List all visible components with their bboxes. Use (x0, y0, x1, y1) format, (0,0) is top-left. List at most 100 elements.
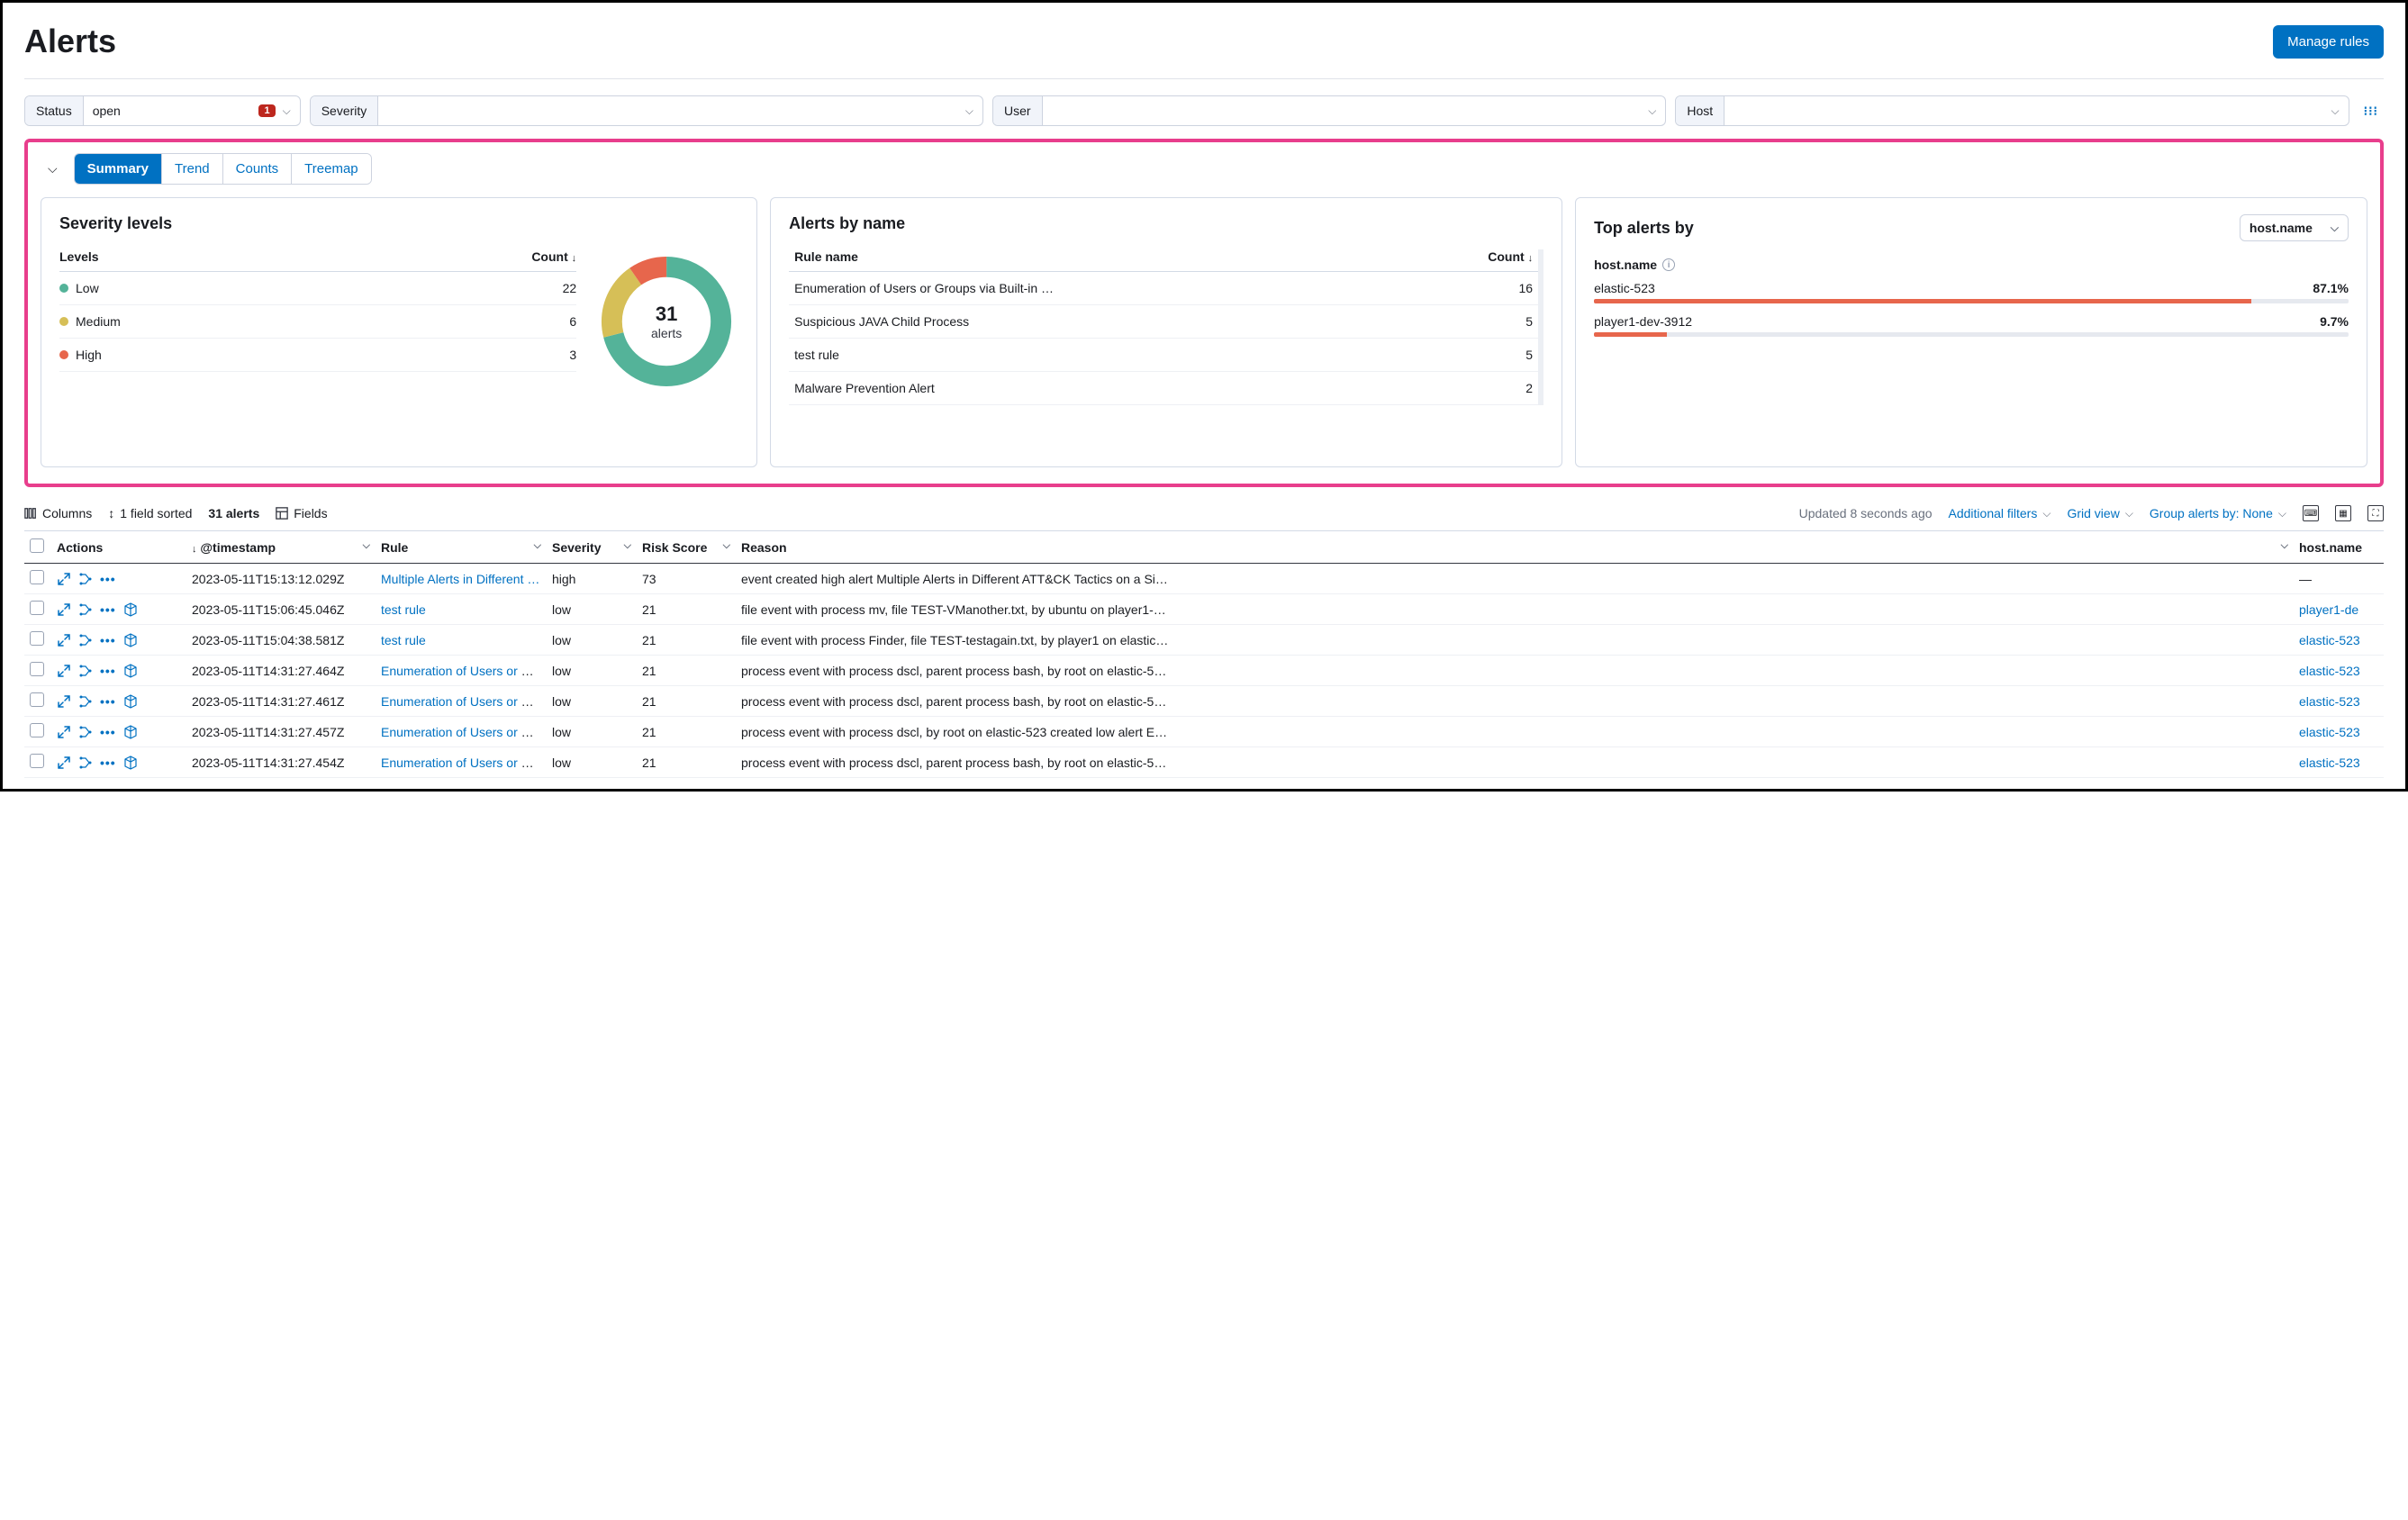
cell-host-link[interactable]: elastic-523 (2299, 755, 2360, 770)
tab-summary[interactable]: Summary (75, 154, 162, 184)
col-risk[interactable]: Risk Score⌵ (637, 531, 736, 564)
cell-host-link[interactable]: elastic-523 (2299, 633, 2360, 647)
cube-icon[interactable] (123, 694, 138, 709)
more-actions-icon[interactable]: ••• (100, 664, 116, 678)
analyze-icon[interactable] (78, 572, 93, 586)
collapse-toggle[interactable]: ⌵ (41, 158, 65, 180)
expand-icon[interactable] (57, 664, 71, 678)
status-filter-value: open (93, 104, 121, 118)
row-checkbox[interactable] (30, 754, 44, 768)
fullscreen-icon[interactable]: ⛶ (2367, 505, 2384, 521)
severity-row-medium: Medium 6 (59, 305, 576, 339)
top-alerts-select[interactable]: host.name⌵ (2240, 214, 2349, 241)
cell-host-link[interactable]: player1-de (2299, 602, 2358, 617)
cube-icon[interactable] (123, 664, 138, 678)
more-actions-icon[interactable]: ••• (100, 633, 116, 647)
cell-severity: high (547, 564, 637, 594)
cube-icon[interactable] (123, 633, 138, 647)
analyze-icon[interactable] (78, 664, 93, 678)
row-checkbox[interactable] (30, 631, 44, 646)
expand-icon[interactable] (57, 602, 71, 617)
analyze-icon[interactable] (78, 694, 93, 709)
cell-host-link[interactable]: elastic-523 (2299, 694, 2360, 709)
abn-col-count[interactable]: Count ↓ (1488, 249, 1533, 264)
cell-rule-link[interactable]: test rule (381, 633, 426, 647)
cell-rule-link[interactable]: Multiple Alerts in Different … (381, 572, 539, 586)
user-filter[interactable]: User ⌵ (992, 95, 1666, 126)
analyze-icon[interactable] (78, 602, 93, 617)
table-row: ••• 2023-05-11T14:31:27.457Z Enumeration… (24, 717, 2384, 747)
tab-treemap[interactable]: Treemap (292, 154, 370, 184)
cube-icon[interactable] (123, 755, 138, 770)
more-actions-icon[interactable]: ••• (100, 572, 116, 586)
tab-trend[interactable]: Trend (162, 154, 223, 184)
more-actions-icon[interactable]: ••• (100, 602, 116, 617)
cell-reason: process event with process dscl, by root… (736, 717, 2294, 747)
more-actions-icon[interactable]: ••• (100, 694, 116, 709)
cell-severity: low (547, 747, 637, 778)
row-checkbox[interactable] (30, 570, 44, 584)
cell-reason: file event with process Finder, file TES… (736, 625, 2294, 656)
severity-filter[interactable]: Severity ⌵ (310, 95, 983, 126)
grid-icon[interactable]: ▦ (2335, 505, 2351, 521)
col-hostname[interactable]: host.name (2294, 531, 2384, 564)
table-toolbar: Columns ↕ 1 field sorted 31 alerts Field… (24, 500, 2384, 530)
columns-button[interactable]: Columns (24, 506, 92, 520)
group-alerts-button[interactable]: Group alerts by: None ⌵ (2150, 506, 2286, 520)
row-checkbox[interactable] (30, 723, 44, 737)
fields-button[interactable]: Fields (276, 506, 327, 520)
donut-total: 31 (656, 303, 677, 326)
more-filters-icon[interactable]: ⁝⁝⁝ (2358, 98, 2384, 124)
top-alert-row: elastic-52387.1% (1594, 281, 2349, 295)
cell-risk: 73 (637, 564, 736, 594)
cell-host-link[interactable]: elastic-523 (2299, 725, 2360, 739)
host-filter[interactable]: Host ⌵ (1675, 95, 2349, 126)
more-actions-icon[interactable]: ••• (100, 755, 116, 770)
row-checkbox[interactable] (30, 692, 44, 707)
grid-view-button[interactable]: Grid view ⌵ (2067, 506, 2132, 520)
host-filter-label: Host (1676, 96, 1725, 125)
cell-rule-link[interactable]: Enumeration of Users or Gr… (381, 725, 547, 739)
additional-filters-button[interactable]: Additional filters ⌵ (1949, 506, 2051, 520)
cell-rule-link[interactable]: Enumeration of Users or Gr… (381, 755, 547, 770)
sort-indicator[interactable]: ↕ 1 field sorted (108, 506, 192, 520)
row-checkbox[interactable] (30, 601, 44, 615)
cell-timestamp: 2023-05-11T14:31:27.454Z (186, 747, 376, 778)
analyze-icon[interactable] (78, 725, 93, 739)
cell-timestamp: 2023-05-11T15:13:12.029Z (186, 564, 376, 594)
manage-rules-button[interactable]: Manage rules (2273, 25, 2384, 59)
more-actions-icon[interactable]: ••• (100, 725, 116, 739)
cell-host-link[interactable]: elastic-523 (2299, 664, 2360, 678)
cell-severity: low (547, 625, 637, 656)
cell-rule-link[interactable]: test rule (381, 602, 426, 617)
info-icon[interactable]: i (1662, 258, 1675, 271)
cell-timestamp: 2023-05-11T15:04:38.581Z (186, 625, 376, 656)
col-reason[interactable]: Reason⌵ (736, 531, 2294, 564)
expand-icon[interactable] (57, 572, 71, 586)
cube-icon[interactable] (123, 725, 138, 739)
severity-col-count[interactable]: Count ↓ (531, 249, 576, 264)
status-filter-badge: 1 (258, 104, 275, 117)
cell-timestamp: 2023-05-11T14:31:27.457Z (186, 717, 376, 747)
col-severity[interactable]: Severity⌵ (547, 531, 637, 564)
keyboard-icon[interactable]: ⌨ (2303, 505, 2319, 521)
expand-icon[interactable] (57, 755, 71, 770)
row-checkbox[interactable] (30, 662, 44, 676)
col-rule[interactable]: Rule⌵ (376, 531, 547, 564)
status-filter[interactable]: Status open 1 ⌵ (24, 95, 301, 126)
cell-rule-link[interactable]: Enumeration of Users or Gr… (381, 694, 547, 709)
analyze-icon[interactable] (78, 755, 93, 770)
expand-icon[interactable] (57, 725, 71, 739)
cell-timestamp: 2023-05-11T14:31:27.461Z (186, 686, 376, 717)
expand-icon[interactable] (57, 694, 71, 709)
col-timestamp[interactable]: ↓ @timestamp⌵ (186, 531, 376, 564)
analyze-icon[interactable] (78, 633, 93, 647)
cell-rule-link[interactable]: Enumeration of Users or Gr… (381, 664, 547, 678)
table-row: ••• 2023-05-11T15:13:12.029Z Multiple Al… (24, 564, 2384, 594)
select-all-checkbox[interactable] (30, 538, 44, 553)
expand-icon[interactable] (57, 633, 71, 647)
cube-icon[interactable] (123, 602, 138, 617)
tab-counts[interactable]: Counts (223, 154, 293, 184)
table-row: ••• 2023-05-11T14:31:27.454Z Enumeration… (24, 747, 2384, 778)
abn-col-rule: Rule name (794, 249, 858, 264)
